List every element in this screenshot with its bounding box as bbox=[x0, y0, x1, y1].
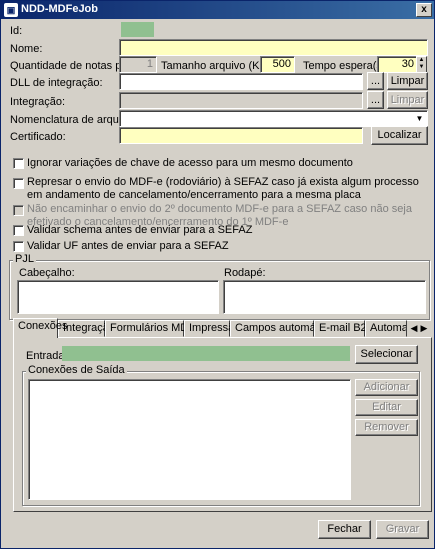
saida-title: Conexões de Saída bbox=[26, 364, 127, 376]
saida-list[interactable] bbox=[28, 379, 351, 500]
dll-limpar-button[interactable]: Limpar bbox=[387, 72, 428, 90]
entrada-value-box bbox=[62, 346, 350, 361]
localizar-button[interactable]: Localizar bbox=[371, 126, 428, 145]
tab-impressao[interactable]: Impressão bbox=[184, 320, 240, 337]
certificado-label: Certificado: bbox=[10, 131, 66, 143]
nome-label: Nome: bbox=[10, 43, 43, 55]
nomenclatura-label: Nomenclatura de arquivo: bbox=[10, 114, 136, 126]
close-button[interactable]: x bbox=[416, 3, 432, 17]
nome-input[interactable] bbox=[119, 39, 428, 56]
tempo-spinner[interactable]: ▲ ▼ bbox=[416, 56, 427, 73]
option-checkbox-nao-encaminhar[interactable] bbox=[13, 205, 24, 216]
certificado-input[interactable] bbox=[119, 127, 363, 144]
window-title: NDD-MDFeJob bbox=[21, 3, 98, 15]
option-label-validar-uf: Validar UF antes de enviar para a SEFAZ bbox=[27, 240, 229, 252]
cabecalho-label: Cabeçalho: bbox=[19, 267, 75, 279]
option-checkbox-ignorar[interactable] bbox=[13, 158, 24, 169]
tab-strip: Conexões Integração Formulários MDF-e Im… bbox=[13, 318, 432, 338]
integracao-input[interactable] bbox=[119, 92, 363, 109]
quantidade-input[interactable]: 1 bbox=[119, 56, 157, 73]
chevron-down-icon: ▼ bbox=[415, 114, 424, 123]
pjl-title: PJL bbox=[13, 253, 36, 265]
tempo-input[interactable]: 30 bbox=[377, 56, 417, 73]
adicionar-button[interactable]: Adicionar bbox=[355, 379, 418, 396]
editar-button[interactable]: Editar bbox=[355, 399, 418, 416]
tab-email-b2b[interactable]: E-mail B2B bbox=[314, 320, 374, 337]
remover-button[interactable]: Remover bbox=[355, 419, 418, 436]
dll-input[interactable] bbox=[119, 73, 363, 90]
tab-campos-automaticos[interactable]: Campos automáticos bbox=[230, 320, 338, 337]
fechar-button[interactable]: Fechar bbox=[318, 520, 371, 539]
cabecalho-textarea[interactable] bbox=[17, 280, 219, 314]
selecionar-button[interactable]: Selecionar bbox=[355, 345, 418, 364]
integracao-browse-button[interactable]: ... bbox=[367, 91, 384, 109]
option-label-represar: Represar o envio do MDF-e (rodoviário) à… bbox=[27, 176, 419, 201]
rodape-textarea[interactable] bbox=[223, 280, 426, 314]
tab-automatiza[interactable]: Automatiza bbox=[365, 320, 407, 337]
id-label: Id: bbox=[10, 25, 23, 37]
option-label-ignorar: Ignorar variações de chave de acesso par… bbox=[27, 157, 353, 169]
gravar-button[interactable]: Gravar bbox=[376, 520, 429, 539]
tamanho-input[interactable]: 500 bbox=[260, 56, 295, 73]
tab-formularios[interactable]: Formulários MDF-e bbox=[105, 320, 205, 337]
app-icon: ▣ bbox=[4, 3, 18, 17]
nomenclatura-select[interactable]: ▼ bbox=[119, 110, 428, 127]
option-checkbox-validar-uf[interactable] bbox=[13, 241, 24, 252]
integracao-limpar-button[interactable]: Limpar bbox=[387, 91, 428, 109]
title-bar[interactable]: ▣ NDD-MDFeJob x bbox=[1, 1, 434, 19]
option-checkbox-validar-schema[interactable] bbox=[13, 225, 24, 236]
main-window: ▣ NDD-MDFeJob x Id: Nome: Quantidade de … bbox=[0, 0, 435, 549]
option-label-validar-schema: Validar schema antes de enviar para a SE… bbox=[27, 224, 253, 236]
option-checkbox-represar[interactable] bbox=[13, 178, 24, 189]
rodape-label: Rodapé: bbox=[224, 267, 266, 279]
conexoes-panel: Entrada: Selecionar Conexões de Saída Ad… bbox=[13, 337, 432, 512]
tab-scroll-right-icon[interactable]: ▶ bbox=[419, 321, 429, 335]
tab-conexoes[interactable]: Conexões bbox=[13, 318, 68, 338]
dll-browse-button[interactable]: ... bbox=[367, 72, 384, 90]
tab-scroll-left-icon[interactable]: ◀ bbox=[409, 321, 419, 335]
integracao-label: Integração: bbox=[10, 96, 66, 108]
dll-label: DLL de integração: bbox=[10, 77, 103, 89]
id-value-box bbox=[121, 22, 154, 37]
